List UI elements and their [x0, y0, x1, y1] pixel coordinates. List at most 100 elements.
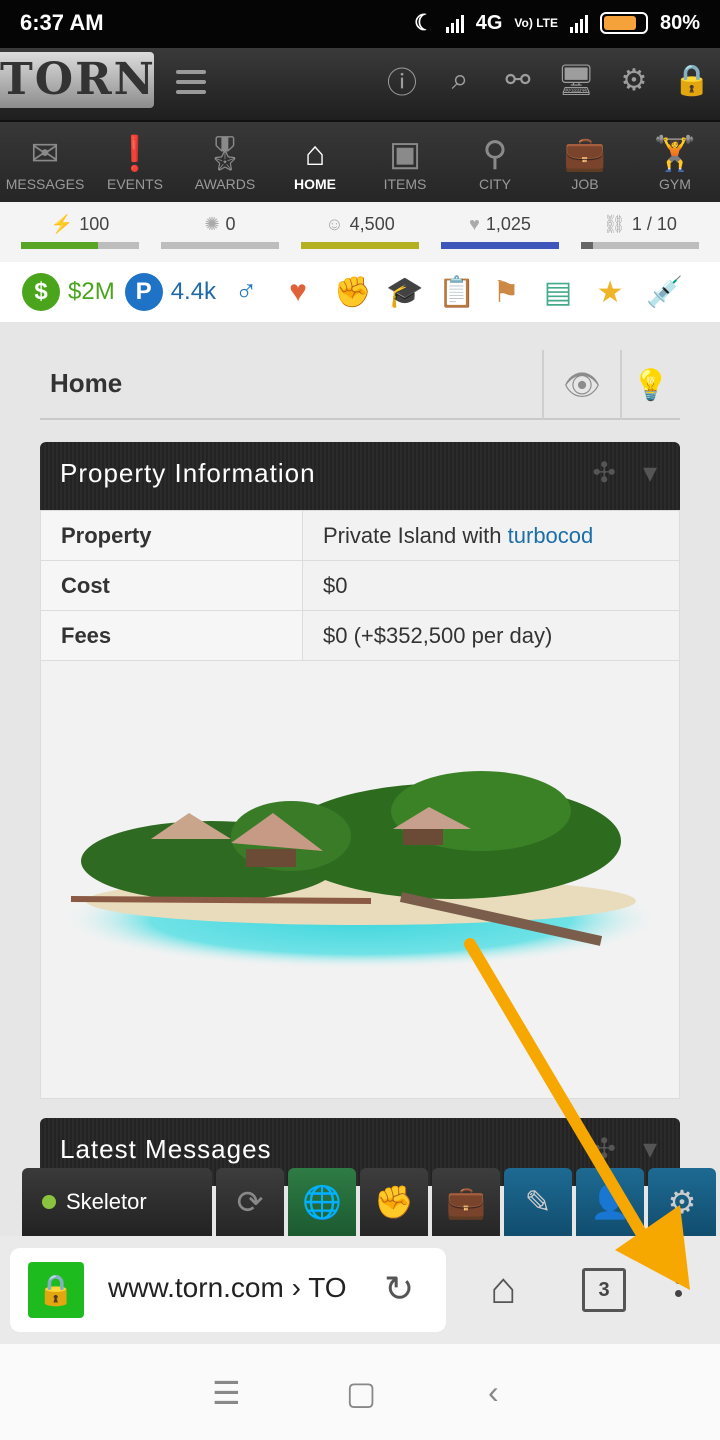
- happy-bar[interactable]: ☺ 4,500: [301, 214, 419, 262]
- signal-icon: [445, 13, 464, 33]
- nav-awards[interactable]: 🎖 AWARDS: [180, 122, 270, 202]
- back-icon[interactable]: ‹: [488, 1374, 499, 1411]
- status-icons: ☾ 4G Vo) LTE 80%: [414, 10, 700, 36]
- row-value: $0: [302, 560, 680, 611]
- nerve-bar[interactable]: ✺ 0: [161, 214, 279, 262]
- nav-items[interactable]: ▣ ITEMS: [360, 122, 450, 202]
- house-icon: ⌂: [304, 135, 326, 173]
- lock-icon[interactable]: 🔒: [673, 62, 710, 98]
- chevron-down-icon[interactable]: ▾: [643, 456, 658, 489]
- panel-header: Property Information ✣ ▾: [40, 442, 680, 510]
- envelope-icon: ✉: [30, 135, 60, 173]
- nav-gym[interactable]: 🏋 GYM: [630, 122, 720, 202]
- exclamation-icon: ❗: [113, 135, 157, 173]
- table-row: Property Private Island with turbocod: [40, 510, 680, 561]
- energy-bar[interactable]: ⚡ 100: [21, 214, 139, 262]
- gear-icon[interactable]: ⚙: [648, 1168, 716, 1236]
- more-options-icon[interactable]: [668, 1264, 688, 1303]
- signal-icon-2: [569, 13, 588, 33]
- clipboard-icon[interactable]: 📋: [438, 275, 475, 310]
- medal-icon: 🎖: [203, 135, 247, 173]
- island-illustration: [61, 771, 661, 969]
- binoculars-icon[interactable]: ⚯: [500, 62, 536, 98]
- url-text[interactable]: www.torn.com › TO: [108, 1272, 368, 1304]
- tab-count-button[interactable]: 3: [582, 1268, 626, 1312]
- fist-icon[interactable]: ✊: [334, 275, 371, 310]
- nav-job[interactable]: 💼 JOB: [540, 122, 630, 202]
- pencil-icon[interactable]: ✎: [504, 1168, 572, 1236]
- recents-icon[interactable]: ▢: [346, 1374, 376, 1412]
- status-icons-row: ♂ ♥ ✊ 🎓 📋 ⚑ ▤ ★ 💉: [230, 275, 684, 310]
- chevron-down-icon[interactable]: ▾: [643, 1132, 658, 1165]
- network-type: 4G: [475, 11, 503, 34]
- status-bars: ⚡ 100 ✺ 0 ☺ 4,500 ♥ 1,025 ⛓ 1 / 10: [0, 202, 720, 262]
- fist-icon[interactable]: ✊: [360, 1168, 428, 1236]
- panel-title: Latest Messages: [60, 1134, 272, 1164]
- nerve-icon: ✺: [204, 214, 220, 234]
- map-pin-icon: ⚲: [482, 135, 508, 173]
- row-label: Cost: [40, 560, 303, 611]
- page-title: Home: [50, 368, 123, 398]
- address-bar[interactable]: 🔒 www.torn.com › TO ↻: [10, 1248, 446, 1332]
- page-content: Home 👁 💡 Property Information ✣ ▾ Propert…: [0, 322, 720, 1236]
- header-icons: ⓘ ⌕ ⚯ 🖥 ⚙ 🔒: [384, 62, 711, 100]
- nav-messages[interactable]: ✉ MESSAGES: [0, 122, 90, 202]
- online-status-icon: [42, 1195, 56, 1209]
- search-icon[interactable]: ⌕: [442, 62, 478, 98]
- bolt-icon: ⚡: [50, 214, 74, 234]
- system-nav-bar: ☰ ▢ ‹: [0, 1344, 720, 1440]
- weightlifter-icon: 🏋: [653, 135, 697, 173]
- property-panel: Property Information ✣ ▾ Property Private…: [40, 442, 680, 1099]
- box-icon: ▣: [388, 135, 422, 173]
- user-icon[interactable]: 👤: [576, 1168, 644, 1236]
- education-icon[interactable]: ▤: [542, 275, 574, 310]
- chat-user-tab[interactable]: Skeletor: [22, 1168, 212, 1236]
- dollar-icon[interactable]: $: [22, 273, 60, 311]
- row-label: Fees: [40, 610, 303, 661]
- property-table: Property Private Island with turbocod Co…: [40, 510, 680, 661]
- owner-link[interactable]: turbocod: [508, 523, 594, 548]
- globe-icon[interactable]: 🌐: [288, 1168, 356, 1236]
- points-amount[interactable]: 4.4k: [171, 278, 216, 306]
- main-nav: ✉ MESSAGES ❗ EVENTS 🎖 AWARDS ⌂ HOME ▣ ITEMS ⚲…: [0, 120, 720, 202]
- lightbulb-icon[interactable]: 💡: [620, 350, 680, 420]
- property-image: [40, 661, 680, 1099]
- move-icon[interactable]: ✣: [592, 456, 616, 489]
- row-value: Private Island with turbocod: [302, 510, 680, 561]
- status-bar: 6:37 AM ☾ 4G Vo) LTE 80%: [0, 0, 720, 48]
- life-bar[interactable]: ♥ 1,025: [441, 214, 559, 262]
- browser-toolbar: 🔒 www.torn.com › TO ↻ ⌂ 3: [0, 1236, 720, 1344]
- points-icon[interactable]: P: [124, 273, 163, 311]
- faction-icon[interactable]: ⚑: [490, 275, 522, 310]
- menu-icon[interactable]: ☰: [212, 1374, 241, 1412]
- torn-logo[interactable]: TORN: [0, 52, 154, 108]
- lock-icon: 🔒: [28, 1262, 84, 1318]
- eye-icon[interactable]: 👁: [542, 350, 620, 420]
- syringe-icon[interactable]: 💉: [646, 275, 683, 310]
- status-time: 6:37 AM: [20, 10, 104, 35]
- nav-home[interactable]: ⌂ HOME: [270, 122, 360, 202]
- hamburger-menu-icon[interactable]: [176, 70, 206, 96]
- briefcase-icon[interactable]: 💼: [432, 1168, 500, 1236]
- battery-icon: [599, 12, 648, 34]
- nav-events[interactable]: ❗ EVENTS: [90, 122, 180, 202]
- row-value: $0 (+$352,500 per day): [302, 610, 680, 661]
- home-icon[interactable]: ⌂: [490, 1264, 517, 1314]
- graduation-cap-icon[interactable]: 🎓: [386, 275, 423, 310]
- money-amount[interactable]: $2M: [68, 278, 115, 306]
- chain-icon: ⛓: [603, 214, 626, 234]
- nav-city[interactable]: ⚲ CITY: [450, 122, 540, 202]
- male-icon[interactable]: ♂: [230, 275, 262, 310]
- battery-percent: 80%: [659, 11, 700, 34]
- table-row: Cost $0: [40, 560, 680, 611]
- info-icon[interactable]: ⓘ: [384, 62, 420, 100]
- star-icon[interactable]: ★: [594, 275, 626, 310]
- computer-icon[interactable]: 🖥: [557, 62, 595, 98]
- refresh-icon[interactable]: ⟳: [216, 1168, 284, 1236]
- reload-icon[interactable]: ↻: [384, 1268, 414, 1310]
- chain-bar[interactable]: ⛓ 1 / 10: [581, 214, 699, 262]
- move-icon[interactable]: ✣: [592, 1132, 616, 1165]
- heart-icon[interactable]: ♥: [282, 275, 314, 310]
- gear-icon[interactable]: ⚙: [616, 62, 652, 98]
- briefcase-icon: 💼: [563, 135, 607, 173]
